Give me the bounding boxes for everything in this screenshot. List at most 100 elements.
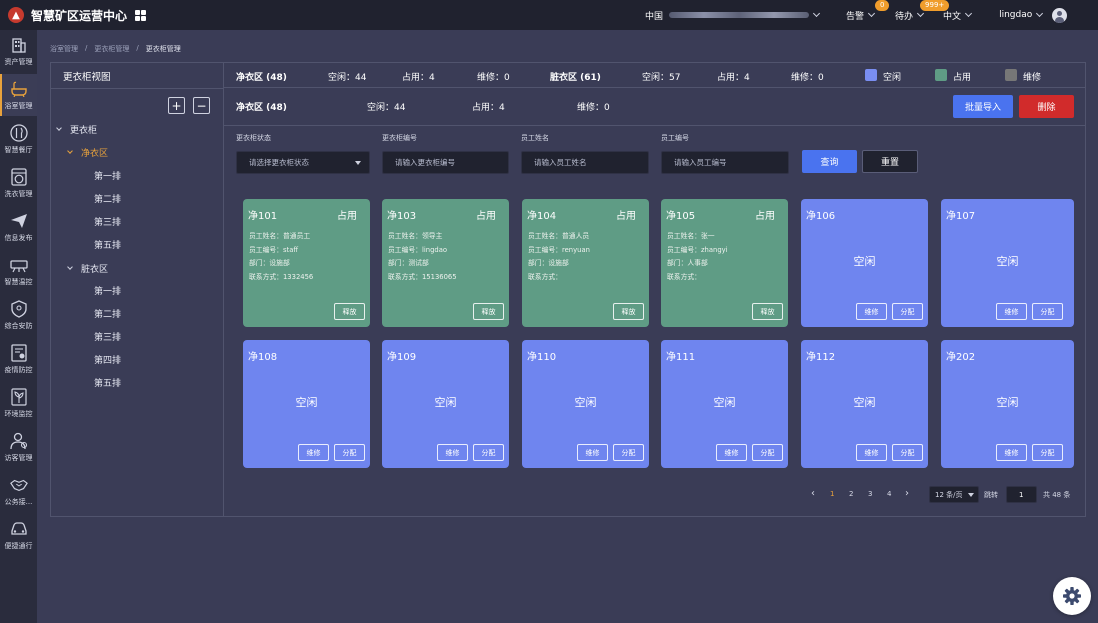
todo-menu[interactable]: 待办 999+	[895, 0, 950, 22]
tree-node-row[interactable]: 第一排	[94, 169, 121, 182]
tree-node-row[interactable]: 第二排	[94, 307, 121, 320]
tree-node-dirty-zone[interactable]: 脏衣区	[67, 262, 109, 275]
reset-button[interactable]: 重置	[862, 150, 918, 173]
user-menu[interactable]: lingdao	[999, 9, 1044, 20]
locker-card[interactable]: 净107 空闲 维修 分配	[941, 199, 1074, 327]
nav-item-assets[interactable]: 资产管理	[0, 30, 37, 72]
locker-card[interactable]: 净111 空闲 维修 分配	[661, 340, 788, 468]
locker-card[interactable]: 净104 占用 员工姓名：普通人员 员工编号：renyuan 部门：设施部 联系…	[522, 199, 649, 327]
repair-button[interactable]: 维修	[577, 444, 608, 461]
assign-button[interactable]: 分配	[613, 444, 644, 461]
nav-item-temperature[interactable]: 智慧温控	[0, 250, 37, 292]
staff-name-input[interactable]: 请输入员工姓名	[521, 151, 649, 174]
locker-card[interactable]: 净106 空闲 维修 分配	[801, 199, 928, 327]
settings-button[interactable]	[1053, 577, 1091, 615]
locker-card[interactable]: 净110 空闲 维修 分配	[522, 340, 649, 468]
tree-node-row[interactable]: 第五排	[94, 376, 121, 389]
tree-node-root[interactable]: 更衣柜	[56, 123, 97, 136]
repair-button[interactable]: 维修	[298, 444, 329, 461]
prev-page-button[interactable]: ‹	[811, 488, 815, 499]
batch-import-button[interactable]: 批量导入	[953, 95, 1013, 118]
remove-node-button[interactable]: −	[193, 97, 210, 114]
locker-status: 占用	[755, 211, 775, 222]
page-2-button[interactable]: 2	[849, 490, 853, 498]
nav-item-environment[interactable]: 环境监控	[0, 382, 37, 424]
repair-button[interactable]: 维修	[996, 444, 1027, 461]
nav-label: 便捷通行	[4, 542, 33, 550]
release-button[interactable]: 释放	[752, 303, 783, 320]
assign-button[interactable]: 分配	[334, 444, 365, 461]
assign-button[interactable]: 分配	[1032, 444, 1063, 461]
breadcrumb-item[interactable]: 更衣柜管理	[94, 44, 129, 54]
tree-node-row[interactable]: 第五排	[94, 238, 121, 251]
release-button[interactable]: 释放	[473, 303, 504, 320]
occupant-id: 员工编号：zhangyi	[667, 245, 728, 254]
nav-item-publish[interactable]: 信息发布	[0, 206, 37, 248]
release-button[interactable]: 释放	[334, 303, 365, 320]
nav-item-security[interactable]: 综合安防	[0, 294, 37, 336]
release-button[interactable]: 释放	[613, 303, 644, 320]
locker-card[interactable]: 净105 占用 员工姓名：张一 员工编号：zhangyi 部门：人事部 联系方式…	[661, 199, 788, 327]
next-page-button[interactable]: ›	[905, 488, 909, 499]
locker-card[interactable]: 净202 空闲 维修 分配	[941, 340, 1074, 468]
side-nav: 资产管理 浴室管理 智慧餐厅 洗衣管理 信息发布 智慧温控 综合安防 疫情防控 …	[0, 30, 37, 623]
assign-button[interactable]: 分配	[473, 444, 504, 461]
delete-button[interactable]: 删除	[1019, 95, 1074, 118]
apps-grid-icon[interactable]	[135, 9, 147, 21]
jump-page-input[interactable]: 1	[1006, 486, 1037, 503]
repair-button[interactable]: 维修	[856, 444, 887, 461]
alarm-menu[interactable]: 告警 0	[846, 0, 890, 22]
zone-summary: 净衣区 (48) 空闲：44 占用：4 维修：0 脏衣区 (61) 空闲：57 …	[224, 63, 1086, 88]
breadcrumb-item[interactable]: 浴室管理	[50, 44, 78, 54]
locker-card[interactable]: 净112 空闲 维修 分配	[801, 340, 928, 468]
page-3-button[interactable]: 3	[868, 490, 872, 498]
page-4-button[interactable]: 4	[887, 490, 891, 498]
region-selector[interactable]: 中国	[645, 9, 821, 22]
chevron-down-icon	[67, 148, 73, 154]
avatar[interactable]	[1052, 7, 1068, 23]
nav-item-access[interactable]: 便捷通行	[0, 514, 37, 556]
staff-no-input[interactable]: 请输入员工编号	[661, 151, 789, 174]
page-1-button[interactable]: 1	[830, 490, 834, 498]
tree-node-row[interactable]: 第三排	[94, 330, 121, 343]
repair-button[interactable]: 维修	[996, 303, 1027, 320]
locker-occupant-info: 员工姓名：普通人员 员工编号：renyuan 部门：设施部 联系方式：	[528, 230, 590, 284]
nav-item-epidemic[interactable]: 疫情防控	[0, 338, 37, 380]
nav-item-reception[interactable]: 公务接...	[0, 470, 37, 512]
nav-item-dining[interactable]: 智慧餐厅	[0, 118, 37, 160]
locker-card[interactable]: 净108 空闲 维修 分配	[243, 340, 370, 468]
locker-number: 净107	[946, 211, 976, 222]
car-icon	[10, 520, 28, 538]
locker-no-input[interactable]: 请输入更衣柜编号	[382, 151, 509, 174]
nav-label: 信息发布	[4, 234, 33, 242]
assign-button[interactable]: 分配	[892, 444, 923, 461]
nav-item-laundry[interactable]: 洗衣管理	[0, 162, 37, 204]
repair-button[interactable]: 维修	[437, 444, 468, 461]
status-select[interactable]: 请选择更衣柜状态	[236, 151, 370, 174]
assign-button[interactable]: 分配	[892, 303, 923, 320]
tree-node-row[interactable]: 第三排	[94, 215, 121, 228]
tree-node-row[interactable]: 第一排	[94, 284, 121, 297]
add-node-button[interactable]: +	[168, 97, 185, 114]
assign-button[interactable]: 分配	[752, 444, 783, 461]
locker-status: 空闲	[434, 396, 457, 409]
nav-item-bathroom[interactable]: 浴室管理	[0, 74, 37, 116]
nav-item-visitor[interactable]: 访客管理	[0, 426, 37, 468]
locker-card[interactable]: 净109 空闲 维修 分配	[382, 340, 509, 468]
locker-card[interactable]: 净103 占用 员工姓名：领导主 员工编号：lingdao 部门：测试部 联系方…	[382, 199, 509, 327]
page-size-select[interactable]: 12 条/页	[929, 486, 979, 503]
language-selector[interactable]: 中文	[943, 9, 973, 22]
tree-node-row[interactable]: 第四排	[94, 353, 121, 366]
query-button[interactable]: 查询	[802, 150, 857, 173]
repair-button[interactable]: 维修	[716, 444, 747, 461]
tree-node-clean-zone[interactable]: 净衣区	[67, 146, 108, 159]
occupant-dept: 部门：设施部	[249, 259, 290, 267]
locker-card[interactable]: 净101 占用 员工姓名：普通员工 员工编号：staff 部门：设施部 联系方式…	[243, 199, 370, 327]
app-logo[interactable]: ▲ 智慧矿区运营中心	[8, 7, 127, 24]
tree-node-row[interactable]: 第二排	[94, 192, 121, 205]
repair-button[interactable]: 维修	[856, 303, 887, 320]
washing-machine-icon	[10, 168, 28, 186]
assign-button[interactable]: 分配	[1032, 303, 1063, 320]
chevron-down-icon	[917, 9, 925, 18]
tree-node-label: 脏衣区	[81, 265, 109, 275]
